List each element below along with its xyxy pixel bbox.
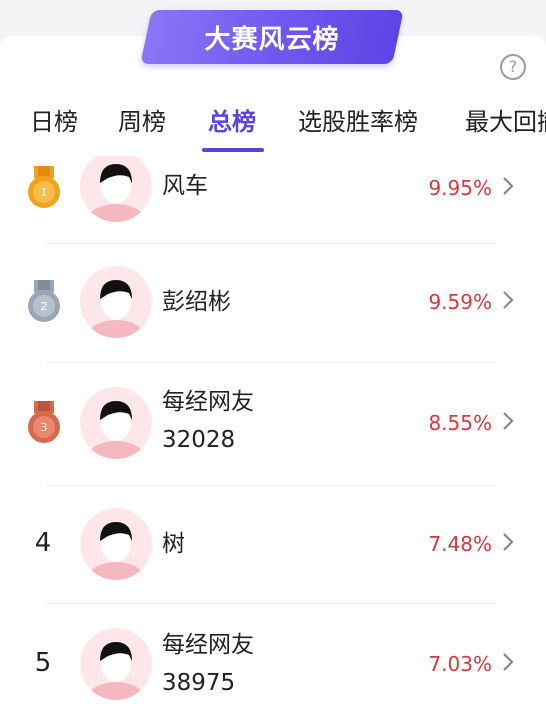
tab-max-drawdown[interactable]: 最大回撤: [465, 102, 546, 137]
avatar: [80, 628, 152, 700]
return-percent: 9.95%: [428, 176, 492, 200]
return-percent: 9.59%: [428, 290, 492, 314]
avatar: [80, 156, 152, 222]
ranking-row-4[interactable]: 4 树 7.48%: [0, 486, 546, 602]
user-id: 32028: [162, 427, 236, 453]
user-name: 每经网友: [162, 389, 254, 415]
ranking-row-1[interactable]: 1 风车 9.95%: [0, 156, 546, 244]
tab-daily[interactable]: 日榜: [30, 102, 78, 137]
chevron-right-icon: [503, 291, 514, 309]
ranking-row-2[interactable]: 2 彭绍彬 9.59%: [0, 244, 546, 362]
avatar: [80, 508, 152, 580]
help-icon[interactable]: ?: [500, 54, 526, 80]
tab-weekly[interactable]: 周榜: [118, 102, 166, 137]
user-name: 彭绍彬: [162, 289, 231, 315]
user-name: 每经网友: [162, 632, 254, 658]
tab-overall[interactable]: 总榜: [208, 102, 256, 137]
return-percent: 8.55%: [428, 411, 492, 435]
silver-medal-icon: 2: [28, 280, 60, 322]
leaderboard-banner: 大赛风云榜: [140, 10, 404, 64]
bronze-medal-icon: 3: [28, 401, 60, 443]
ranking-row-5[interactable]: 5 每经网友 38975 7.03%: [0, 604, 546, 723]
banner-title: 大赛风云榜: [204, 24, 340, 55]
return-percent: 7.03%: [428, 652, 492, 676]
svg-text:2: 2: [41, 300, 48, 313]
ranking-row-3[interactable]: 3 每经网友 32028 8.55%: [0, 363, 546, 485]
chevron-right-icon: [503, 177, 514, 195]
chevron-right-icon: [503, 533, 514, 551]
avatar: [80, 387, 152, 459]
svg-text:3: 3: [41, 421, 48, 434]
chevron-right-icon: [503, 653, 514, 671]
tab-bar: 日榜 周榜 总榜 选股胜率榜 最大回撤: [0, 96, 546, 156]
gold-medal-icon: 1: [28, 166, 60, 208]
user-id: 38975: [162, 670, 236, 696]
avatar: [80, 266, 152, 338]
user-name: 树: [162, 531, 185, 557]
tab-win-rate[interactable]: 选股胜率榜: [298, 102, 418, 137]
svg-text:1: 1: [41, 186, 48, 199]
chevron-right-icon: [503, 412, 514, 430]
rank-number: 4: [34, 528, 52, 558]
active-tab-indicator: [202, 148, 264, 152]
rank-number: 5: [34, 648, 52, 678]
return-percent: 7.48%: [428, 532, 492, 556]
user-name: 风车: [162, 173, 208, 199]
ranking-list: 1 风车 9.95% 2 彭绍彬 9.59% 3 每经网友 32028 8.55…: [0, 156, 546, 723]
